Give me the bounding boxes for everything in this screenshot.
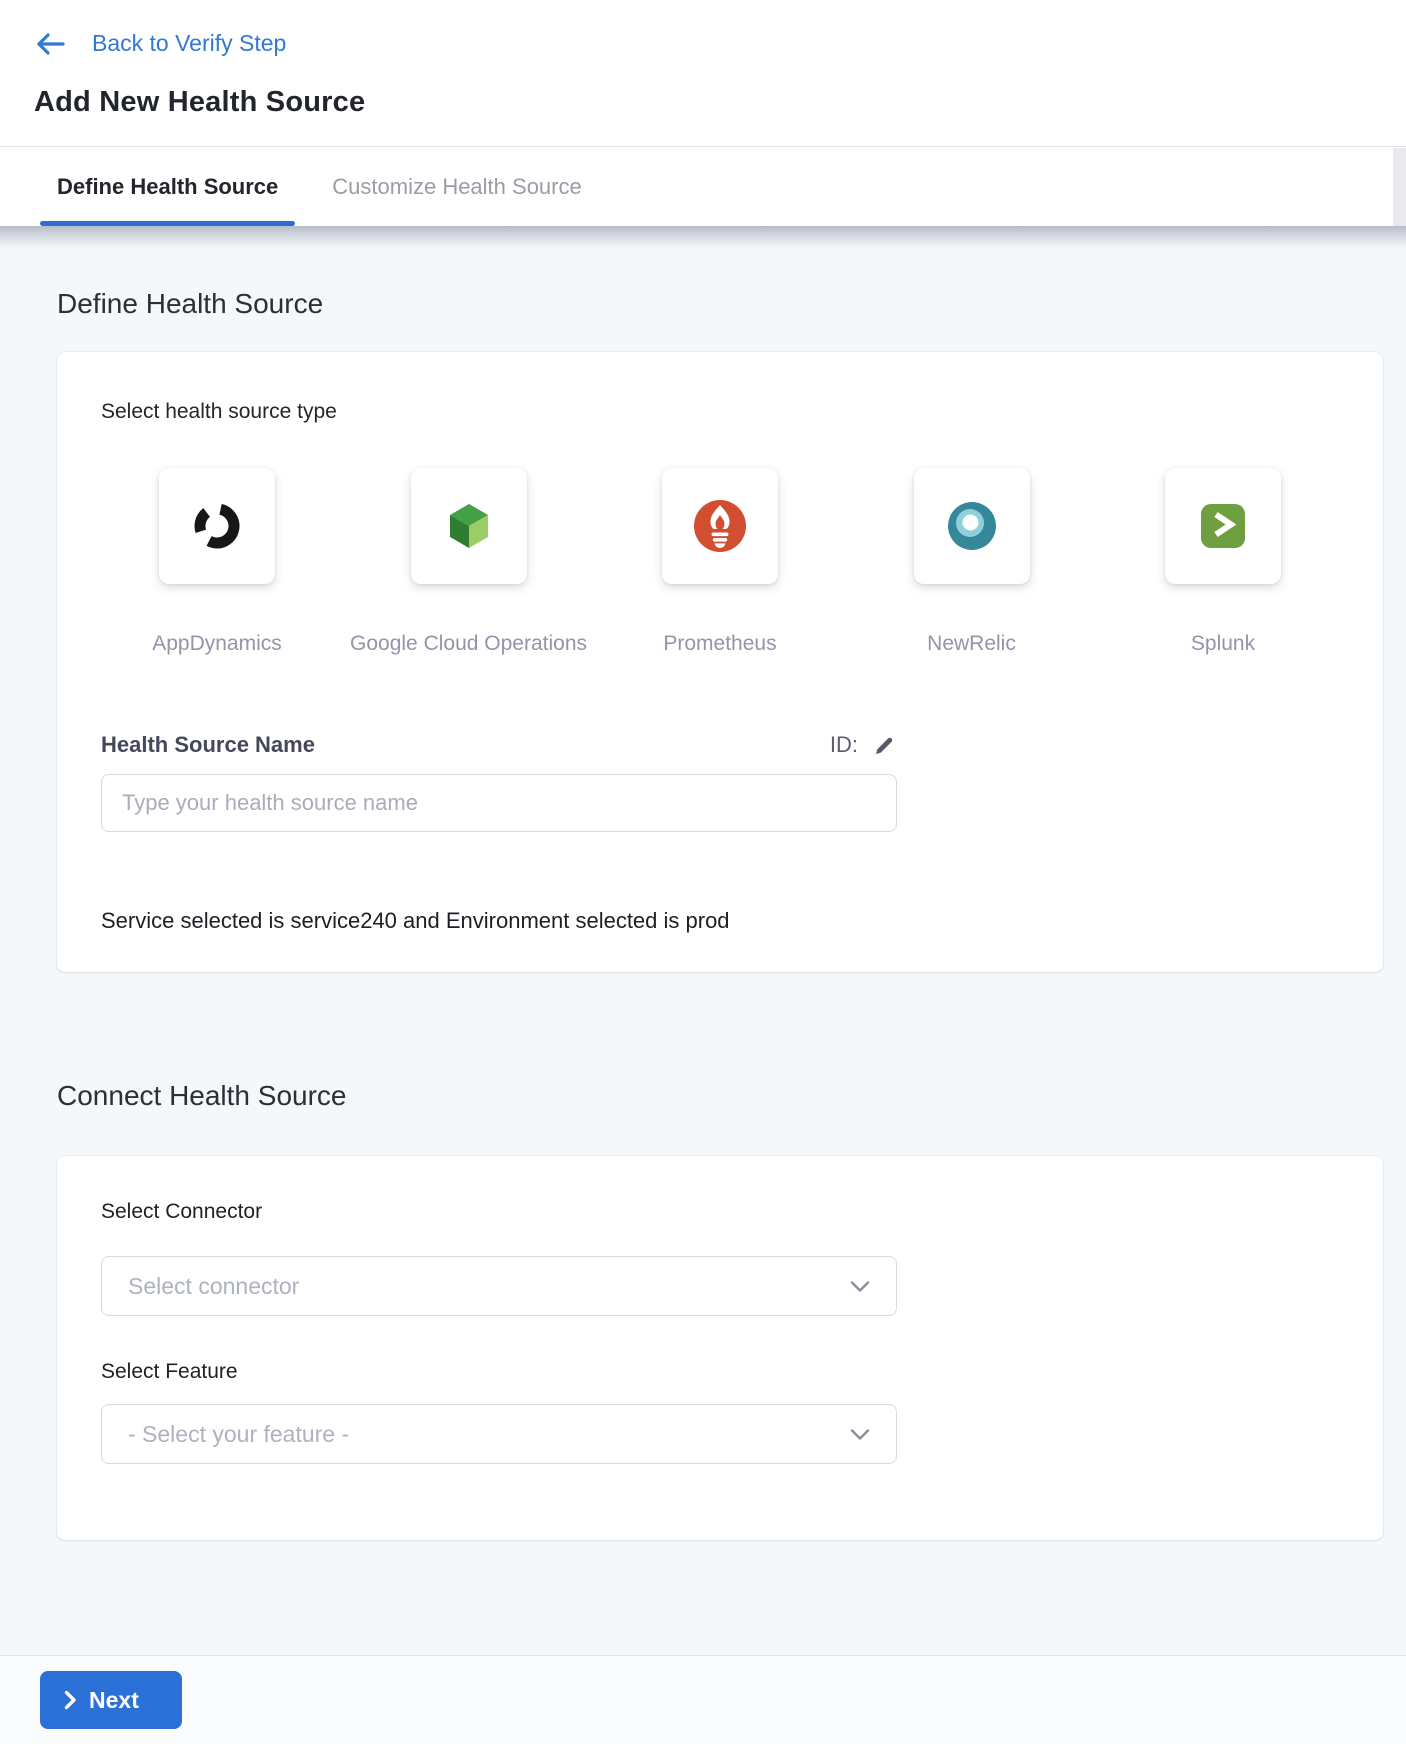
tab-customize-health-source[interactable]: Customize Health Source [332,147,581,226]
service-environment-note: Service selected is service240 and Envir… [101,908,1339,934]
scrollbar-track[interactable] [1393,148,1406,226]
prometheus-icon [692,498,748,554]
tab-define-health-source[interactable]: Define Health Source [57,147,278,226]
footer-bar: Next [0,1655,1406,1744]
appdynamics-label: AppDynamics [152,632,282,656]
id-group: ID: [830,732,897,758]
tab-define-label: Define Health Source [57,174,278,200]
source-option-splunk: Splunk [1107,468,1339,656]
feature-select[interactable]: - Select your feature - [101,1404,897,1464]
health-source-name-label: Health Source Name [101,732,315,758]
appdynamics-tile[interactable] [159,468,275,584]
connect-section-heading: Connect Health Source [57,972,1383,1112]
tab-customize-label: Customize Health Source [332,174,581,200]
splunk-label: Splunk [1191,632,1255,656]
select-feature-label: Select Feature [101,1360,1339,1384]
source-option-prometheus: Prometheus [604,468,836,656]
google-cloud-operations-label: Google Cloud Operations [350,632,587,656]
splunk-icon [1195,498,1251,554]
next-button[interactable]: Next [40,1671,182,1729]
define-health-source-card: Select health source type AppDynamics [57,352,1383,972]
page-header: Back to Verify Step Add New Health Sourc… [0,0,1406,147]
source-option-gco: Google Cloud Operations [353,468,585,656]
splunk-tile[interactable] [1165,468,1281,584]
connect-health-source-card: Select Connector Select connector Select… [57,1156,1383,1540]
id-label: ID: [830,732,858,758]
main-content: Define Health Source Select health sourc… [0,226,1406,1655]
newrelic-icon [944,498,1000,554]
appdynamics-icon [189,498,245,554]
source-option-newrelic: NewRelic [856,468,1088,656]
feature-group: Select Feature - Select your feature - [101,1360,1339,1464]
chevron-down-icon[interactable] [850,1428,870,1441]
connector-select[interactable]: Select connector [101,1256,897,1316]
chevron-right-icon [64,1690,77,1710]
prometheus-tile[interactable] [662,468,778,584]
health-source-name-row: Health Source Name ID: [101,732,897,758]
tab-bar: Define Health Source Customize Health So… [0,147,1406,226]
back-link-label: Back to Verify Step [92,30,286,57]
connector-select-placeholder: Select connector [128,1273,299,1300]
edit-id-button[interactable] [872,733,897,758]
select-health-source-type-label: Select health source type [101,400,1339,424]
newrelic-label: NewRelic [927,632,1016,656]
next-button-label: Next [89,1687,139,1714]
google-cloud-operations-icon [441,498,497,554]
back-arrow-icon[interactable] [34,31,66,57]
health-source-type-tiles: AppDynamics Google Cloud Operations [101,468,1339,656]
back-to-verify-link[interactable]: Back to Verify Step [34,30,286,57]
define-section-heading: Define Health Source [57,226,1383,320]
page-title: Add New Health Source [34,86,1406,119]
source-option-appdynamics: AppDynamics [101,468,333,656]
feature-select-placeholder: - Select your feature - [128,1421,349,1448]
select-connector-label: Select Connector [101,1200,1339,1224]
chevron-down-icon[interactable] [850,1280,870,1293]
health-source-name-input[interactable] [101,774,897,832]
pencil-icon [874,735,895,756]
newrelic-tile[interactable] [914,468,1030,584]
prometheus-label: Prometheus [663,632,776,656]
google-cloud-operations-tile[interactable] [411,468,527,584]
